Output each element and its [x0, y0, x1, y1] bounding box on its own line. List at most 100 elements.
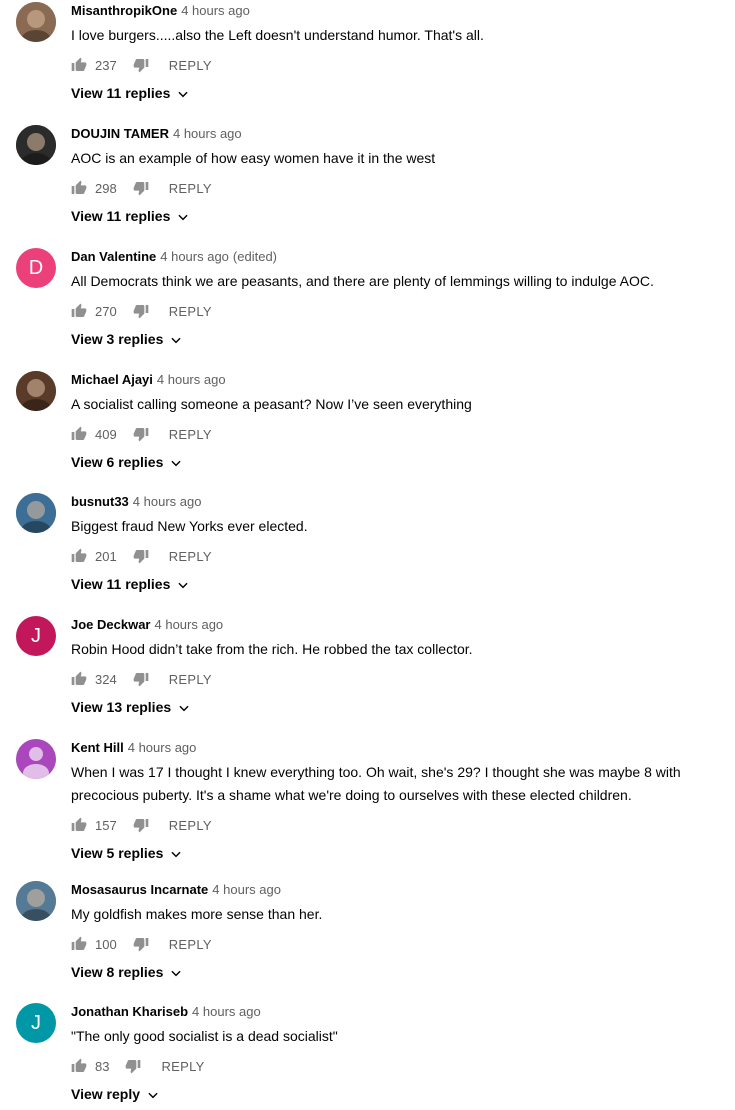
thumbs-down-icon[interactable] [133, 548, 149, 564]
reply-button[interactable]: REPLY [169, 818, 212, 833]
thumbs-up-icon[interactable] [71, 548, 87, 564]
comment-header: Kent Hill 4 hours ago [71, 739, 196, 757]
comment-header: Joe Deckwar 4 hours ago [71, 616, 223, 634]
comment-author[interactable]: Jonathan Khariseb [71, 1004, 188, 1019]
comment-time[interactable]: 4 hours ago [192, 1004, 261, 1019]
comment-text: When I was 17 I thought I knew everythin… [71, 764, 681, 803]
comment-author[interactable]: busnut33 [71, 494, 129, 509]
avatar[interactable] [16, 2, 56, 42]
chevron-down-icon [176, 87, 188, 99]
view-replies-label: View 11 replies [71, 208, 171, 224]
like-count: 83 [95, 1058, 110, 1074]
avatar[interactable] [16, 881, 56, 921]
like-count: 100 [95, 936, 117, 952]
avatar[interactable] [16, 493, 56, 533]
view-replies-button[interactable]: View 13 replies [71, 697, 189, 717]
profile-photo [16, 881, 56, 921]
chevron-down-icon [177, 701, 189, 713]
thumbs-up-icon[interactable] [71, 936, 87, 952]
comment-author[interactable]: Mosasaurus Incarnate [71, 882, 208, 897]
like-count: 409 [95, 426, 117, 442]
thumbs-down-icon[interactable] [125, 1058, 141, 1074]
thumbs-down-icon[interactable] [133, 936, 149, 952]
chevron-down-icon [169, 456, 181, 468]
thumbs-down-icon[interactable] [133, 817, 149, 833]
like-count: 201 [95, 548, 117, 564]
thumbs-down-icon[interactable] [133, 426, 149, 442]
view-replies-button[interactable]: View 3 replies [71, 329, 181, 349]
comment-time[interactable]: 4 hours ago [155, 617, 224, 632]
comment-header: Dan Valentine 4 hours ago (edited) [71, 248, 277, 266]
view-replies-button[interactable]: View 5 replies [71, 843, 181, 863]
comment-actions: 201 REPLY [71, 546, 212, 566]
thumbs-down-icon[interactable] [133, 57, 149, 73]
comment-time[interactable]: 4 hours ago [133, 494, 202, 509]
comment-author[interactable]: Michael Ajayi [71, 372, 153, 387]
avatar[interactable]: D [16, 248, 56, 288]
comment-time[interactable]: 4 hours ago [160, 249, 229, 264]
chevron-down-icon [169, 333, 181, 345]
comment-time[interactable]: 4 hours ago [212, 882, 281, 897]
thumbs-up-icon[interactable] [71, 1058, 87, 1074]
comment-author[interactable]: Kent Hill [71, 740, 124, 755]
comment-author[interactable]: Joe Deckwar [71, 617, 151, 632]
comment-thread: J Joe Deckwar 4 hours ago Robin Hood didn… [0, 616, 735, 721]
reply-button[interactable]: REPLY [169, 304, 212, 319]
view-replies-button[interactable]: View 8 replies [71, 962, 181, 982]
comment-actions: 298 REPLY [71, 178, 212, 198]
chevron-down-icon [176, 578, 188, 590]
comment-thread: MisanthropikOne 4 hours ago I love burger… [0, 2, 735, 107]
view-replies-button[interactable]: View 11 replies [71, 206, 188, 226]
person-silhouette-icon [23, 747, 49, 779]
comment-author[interactable]: Dan Valentine [71, 249, 156, 264]
comment-text: All Democrats think we are peasants, and… [71, 273, 654, 289]
thumbs-down-icon[interactable] [133, 180, 149, 196]
avatar[interactable]: J [16, 1003, 56, 1043]
thumbs-up-icon[interactable] [71, 303, 87, 319]
comment-actions: 100 REPLY [71, 934, 212, 954]
comment-time[interactable]: 4 hours ago [181, 3, 250, 18]
comment-author[interactable]: MisanthropikOne [71, 3, 177, 18]
comment-time[interactable]: 4 hours ago [157, 372, 226, 387]
comment-thread: Michael Ajayi 4 hours ago A socialist cal… [0, 371, 735, 476]
reply-button[interactable]: REPLY [169, 427, 212, 442]
avatar[interactable] [16, 371, 56, 411]
comment-author[interactable]: DOUJIN TAMER [71, 126, 169, 141]
reply-button[interactable]: REPLY [169, 937, 212, 952]
comment-actions: 237 REPLY [71, 55, 212, 75]
thumbs-down-icon[interactable] [133, 303, 149, 319]
thumbs-down-icon[interactable] [133, 671, 149, 687]
avatar[interactable] [16, 739, 56, 779]
reply-button[interactable]: REPLY [169, 58, 212, 73]
profile-photo [16, 2, 56, 42]
comment-time[interactable]: 4 hours ago [128, 740, 197, 755]
reply-button[interactable]: REPLY [169, 181, 212, 196]
thumbs-up-icon[interactable] [71, 426, 87, 442]
comment-text: Biggest fraud New Yorks ever elected. [71, 518, 308, 534]
comment-header: Michael Ajayi 4 hours ago [71, 371, 226, 389]
view-replies-button[interactable]: View 11 replies [71, 574, 188, 594]
view-replies-label: View reply [71, 1086, 141, 1102]
like-count: 298 [95, 180, 117, 196]
reply-button[interactable]: REPLY [169, 549, 212, 564]
avatar[interactable] [16, 125, 56, 165]
avatar-letter: D [28, 257, 44, 279]
comment-time[interactable]: 4 hours ago [173, 126, 242, 141]
chevron-down-icon [169, 847, 181, 859]
view-replies-button[interactable]: View 11 replies [71, 83, 188, 103]
thumbs-up-icon[interactable] [71, 180, 87, 196]
comment-header: Mosasaurus Incarnate 4 hours ago [71, 881, 281, 899]
thumbs-up-icon[interactable] [71, 671, 87, 687]
view-replies-button[interactable]: View 6 replies [71, 452, 181, 472]
view-replies-label: View 3 replies [71, 331, 164, 347]
reply-button[interactable]: REPLY [169, 672, 212, 687]
avatar[interactable]: J [16, 616, 56, 656]
thumbs-up-icon[interactable] [71, 57, 87, 73]
reply-button[interactable]: REPLY [161, 1059, 204, 1074]
comment-actions: 157 REPLY [71, 815, 212, 835]
view-replies-button[interactable]: View reply [71, 1084, 158, 1104]
chevron-down-icon [176, 210, 188, 222]
thumbs-up-icon[interactable] [71, 817, 87, 833]
comment-actions: 324 REPLY [71, 669, 212, 689]
comment-text: I love burgers.....also the Left doesn't… [71, 27, 484, 43]
